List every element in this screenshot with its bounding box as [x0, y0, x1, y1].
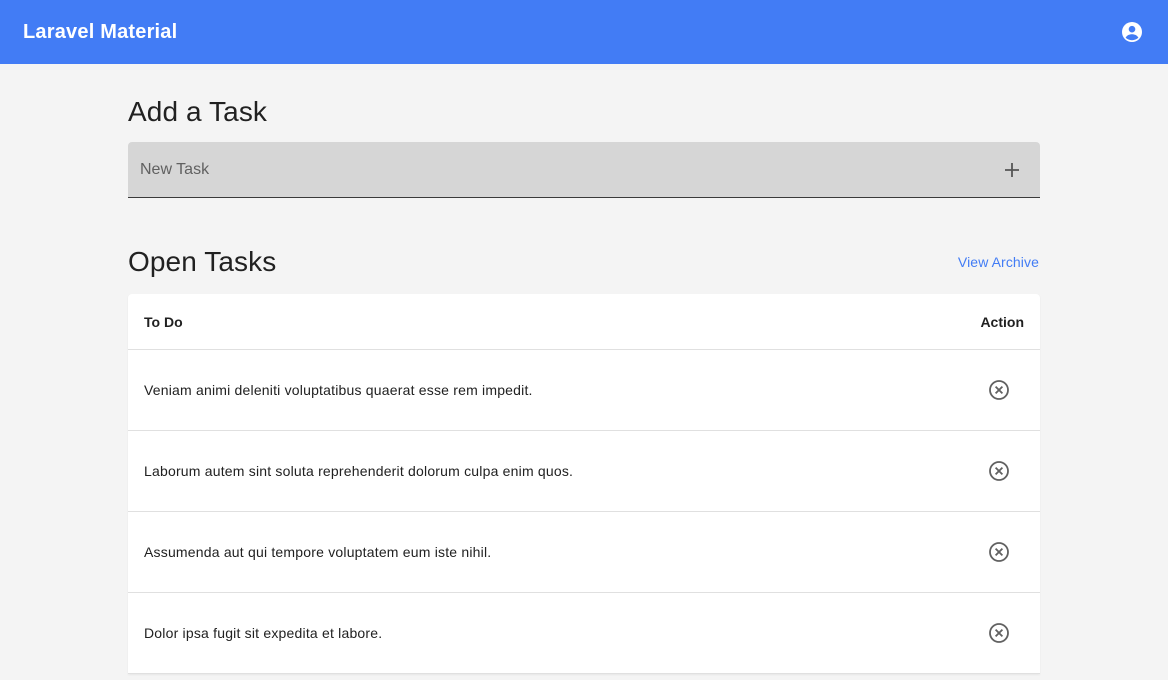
table-row: Laborum autem sint soluta reprehenderit …	[128, 431, 1040, 512]
new-task-field[interactable]	[128, 142, 1040, 198]
task-text: Veniam animi deleniti voluptatibus quaer…	[144, 382, 533, 398]
remove-task-button[interactable]	[988, 622, 1010, 644]
remove-task-button[interactable]	[988, 460, 1010, 482]
table-row: Assumenda aut qui tempore voluptatem eum…	[128, 512, 1040, 593]
open-tasks-title: Open Tasks	[128, 246, 277, 277]
view-archive-link[interactable]: View Archive	[958, 254, 1039, 270]
main-content: Add a Task Open Tasks View Archive To Do…	[128, 64, 1040, 674]
app-title: Laravel Material	[23, 20, 178, 43]
column-header-todo: To Do	[144, 313, 183, 330]
account-button[interactable]	[1120, 20, 1144, 44]
remove-task-button[interactable]	[988, 541, 1010, 563]
add-task-button[interactable]	[1000, 158, 1024, 182]
task-text: Laborum autem sint soluta reprehenderit …	[144, 463, 574, 479]
table-row: Dolor ipsa fugit sit expedita et labore.	[128, 593, 1040, 674]
add-task-title: Add a Task	[128, 96, 268, 127]
table-header: To Do Action	[128, 294, 1040, 350]
table-row: Veniam animi deleniti voluptatibus quaer…	[128, 350, 1040, 431]
account-circle-icon	[1122, 22, 1142, 42]
new-task-input[interactable]	[140, 160, 1000, 179]
remove-task-button[interactable]	[988, 379, 1010, 401]
task-text: Assumenda aut qui tempore voluptatem eum…	[144, 544, 492, 560]
app-bar: Laravel Material	[0, 0, 1168, 64]
column-header-action: Action	[980, 313, 1024, 330]
open-tasks-header: Open Tasks View Archive	[128, 244, 1040, 280]
remove-circle-icon	[989, 542, 1009, 562]
remove-circle-icon	[989, 623, 1009, 643]
remove-circle-icon	[989, 380, 1009, 400]
remove-circle-icon	[989, 461, 1009, 481]
tasks-table: To Do Action Veniam animi deleniti volup…	[128, 294, 1040, 674]
task-text: Dolor ipsa fugit sit expedita et labore.	[144, 625, 383, 641]
plus-icon	[1005, 162, 1019, 177]
